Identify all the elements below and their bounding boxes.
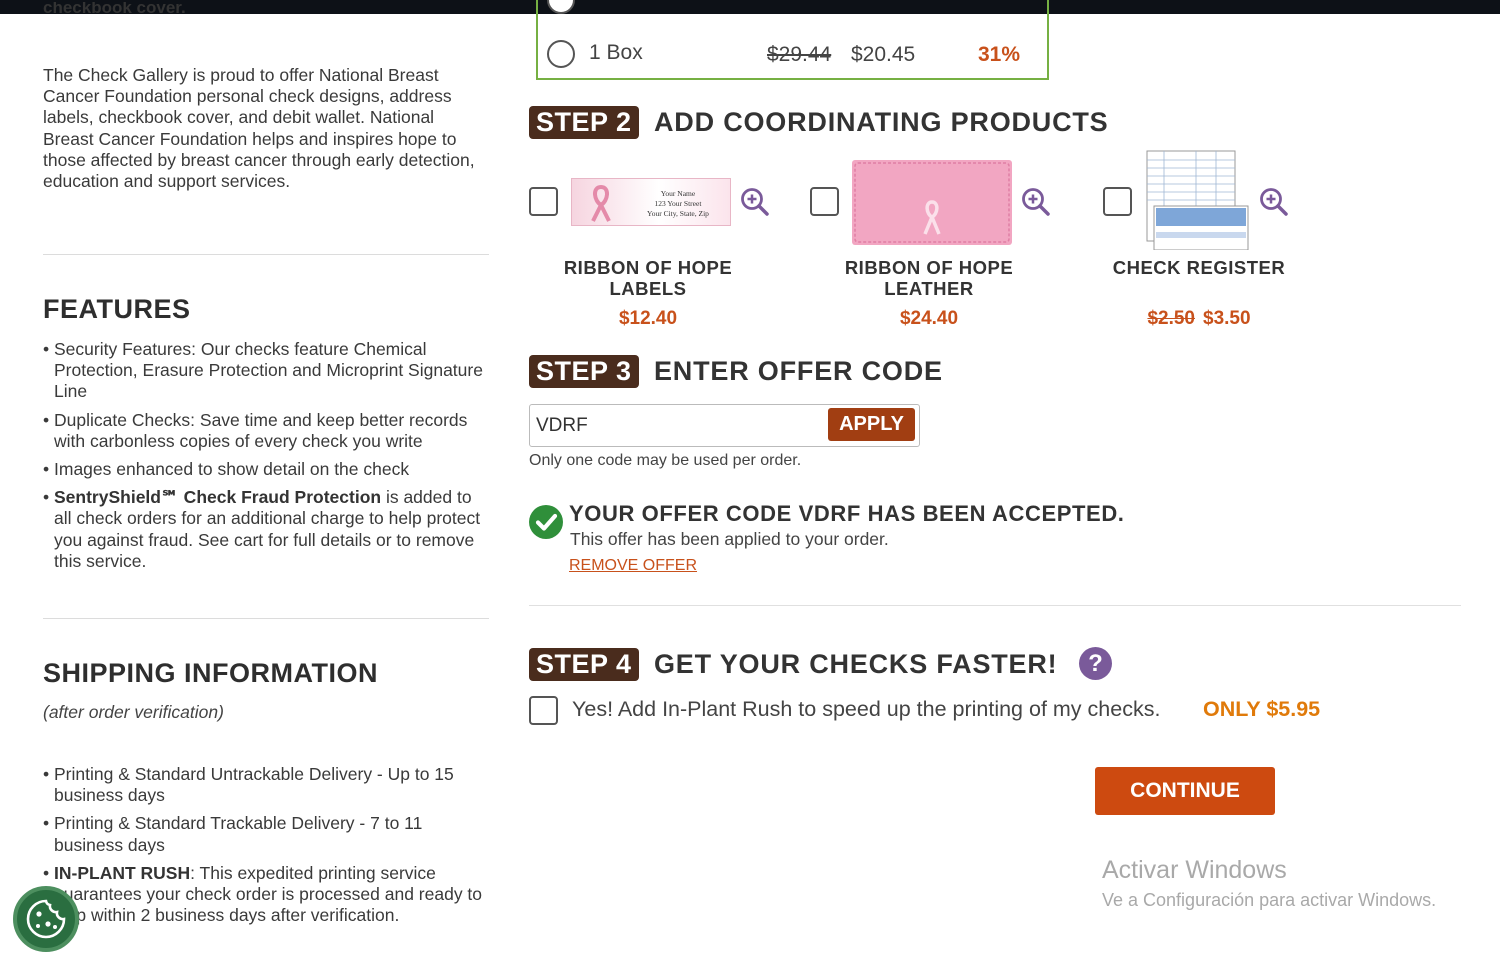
step-4-title: GET YOUR CHECKS FASTER! [654, 649, 1058, 679]
offer-code-input[interactable] [536, 413, 816, 439]
product-price: $12.40 [618, 308, 678, 329]
pink-ribbon-icon [591, 184, 611, 222]
success-check-icon [529, 505, 563, 539]
check-register-thumbnail [1146, 150, 1249, 251]
product-price: $3.50 [1203, 308, 1251, 329]
product-name: RIBBON OF HOPE LABELS [563, 257, 733, 299]
product-name: CHECK REGISTER [1112, 257, 1286, 278]
divider [43, 254, 489, 255]
remove-offer-link[interactable]: REMOVE OFFER [569, 557, 697, 575]
ribbon-leather-checkbox[interactable] [810, 187, 839, 216]
divider [43, 618, 489, 619]
quantity-options-box [536, 0, 1049, 80]
offer-code-note: Only one code may be used per order. [529, 452, 802, 469]
help-icon[interactable]: ? [1079, 647, 1112, 680]
continue-button[interactable]: CONTINUE [1095, 767, 1275, 815]
step-2-badge: STEP 2 [529, 106, 639, 139]
step-3-title: ENTER OFFER CODE [654, 356, 943, 386]
product-price-group: $2.50 $3.50 [1099, 308, 1299, 330]
old-price: $29.44 [767, 43, 832, 66]
product-price: $24.40 [899, 308, 959, 329]
list-item: Printing & Standard Untrackable Delivery… [43, 764, 489, 806]
step-4-badge: STEP 4 [529, 648, 639, 681]
cookie-settings-button[interactable] [13, 886, 79, 952]
zoom-in-icon[interactable] [1259, 187, 1289, 217]
offer-accepted-message: YOUR OFFER CODE VDRF HAS BEEN ACCEPTED. [569, 501, 1125, 526]
pink-ribbon-icon [854, 162, 1010, 243]
divider [529, 605, 1461, 606]
product-name: RIBBON OF HOPE LEATHER [844, 257, 1014, 299]
label-city-line: Your City, State, Zip [647, 209, 709, 218]
quantity-radio-1-box[interactable] [547, 40, 575, 68]
features-list: Security Features: Our checks feature Ch… [43, 339, 489, 579]
label-name-line: Your Name [660, 189, 696, 198]
rush-option-label: Yes! Add In-Plant Rush to speed up the p… [572, 697, 1161, 721]
list-item: Security Features: Our checks feature Ch… [43, 339, 489, 403]
offer-applied-text: This offer has been applied to your orde… [570, 529, 889, 549]
product-old-price: $2.50 [1147, 308, 1195, 329]
quantity-label: 1 Box [589, 41, 643, 64]
check-register-image[interactable] [1146, 150, 1250, 251]
cut-off-text: checkbook cover. [43, 2, 186, 14]
rush-checkbox[interactable] [529, 696, 558, 725]
zoom-in-icon[interactable] [1021, 187, 1051, 217]
check-register-checkbox[interactable] [1103, 187, 1132, 216]
list-item: Images enhanced to show detail on the ch… [43, 459, 489, 480]
features-title: FEATURES [43, 294, 191, 324]
zoom-in-icon[interactable] [740, 187, 770, 217]
windows-activation-text: Ve a Configuración para activar Windows. [1102, 890, 1437, 910]
list-item: Printing & Standard Trackable Delivery -… [43, 813, 489, 855]
shipping-subtitle: (after order verification) [43, 702, 224, 722]
step-2-title: ADD COORDINATING PRODUCTS [654, 107, 1109, 137]
sale-price: $20.45 [851, 43, 916, 66]
shipping-title: SHIPPING INFORMATION [43, 658, 379, 688]
ribbon-labels-image[interactable]: Your Name 123 Your Street Your City, Sta… [571, 178, 731, 226]
step-3-badge: STEP 3 [529, 355, 639, 388]
apply-button[interactable]: APPLY [828, 408, 915, 441]
ribbon-labels-checkbox[interactable] [529, 187, 558, 216]
windows-activation-title: Activar Windows [1102, 856, 1287, 884]
intro-paragraph: The Check Gallery is proud to offer Nati… [43, 65, 475, 192]
rush-label: IN-PLANT RUSH [54, 862, 191, 883]
discount-percent: 31% [978, 43, 1021, 66]
shipping-list: Printing & Standard Untrackable Delivery… [43, 764, 489, 933]
rush-price: ONLY $5.95 [1203, 697, 1321, 721]
label-street-line: 123 Your Street [654, 199, 702, 208]
cookie-icon [26, 899, 66, 939]
checkmark-icon [535, 513, 558, 531]
list-item: Duplicate Checks: Save time and keep bet… [43, 410, 489, 452]
list-item: IN-PLANT RUSH: This expedited printing s… [43, 863, 489, 927]
sentryshield-label: SentryShield℠ Check Fraud Protection [54, 487, 382, 508]
ribbon-leather-image[interactable] [852, 160, 1012, 245]
list-item: SentryShield℠ Check Fraud Protection is … [43, 487, 489, 572]
